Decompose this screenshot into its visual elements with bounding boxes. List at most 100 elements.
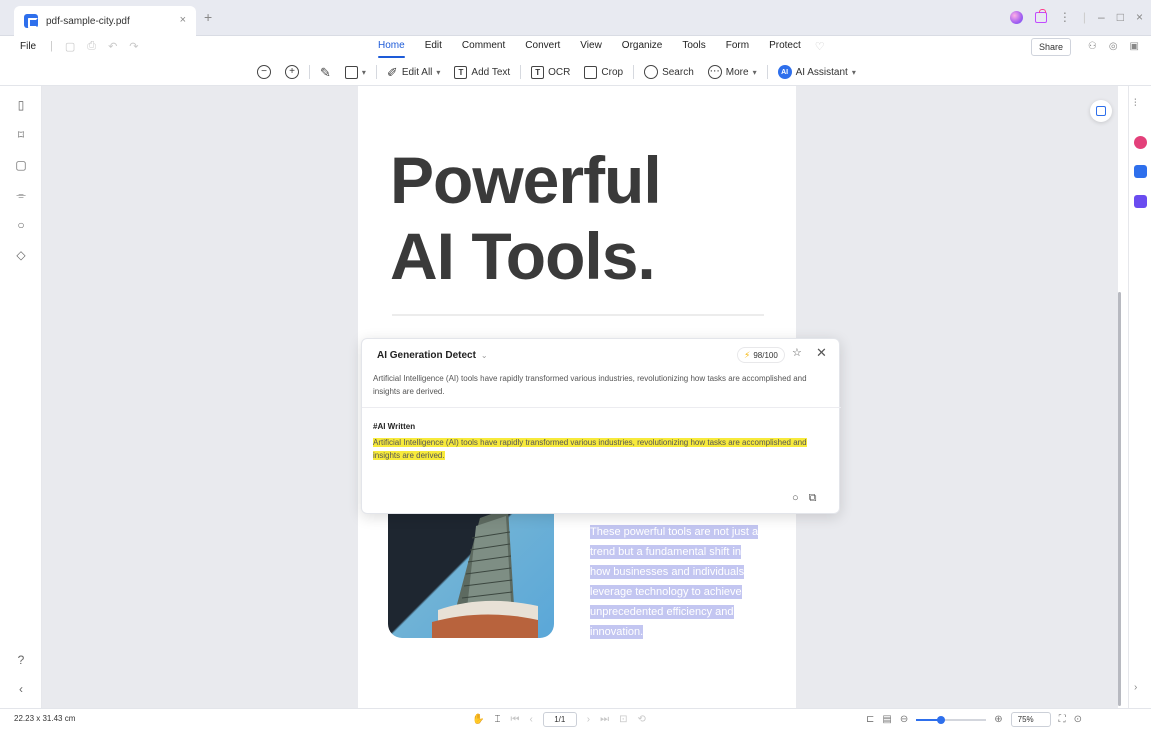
fit-width-icon[interactable]: ⊏ [866,714,874,725]
tool-group: − + ✎ ▾ ✐ Edit All ▾ T Add Text T OCR Crop S… [250,62,863,82]
heading-line-1: Powerful [390,143,662,217]
highlighted-result: Artificial Intelligence (AI) tools have … [373,436,831,462]
zoom-slider-thumb[interactable] [936,715,945,724]
bookmark-icon[interactable]: ⌑ [14,128,28,142]
ai-chat-icon[interactable] [1134,136,1147,149]
share-button[interactable]: Share [1031,38,1071,56]
zoom-in-button[interactable]: + [278,62,306,82]
zoom-level-select[interactable]: 75% [1010,712,1051,727]
save-icon[interactable]: ▢ [65,40,75,53]
close-icon[interactable]: ✕ [816,345,827,361]
source-text: Artificial Intelligence (AI) tools have … [373,374,807,396]
tower-illustration [432,508,538,638]
search-icon [644,65,659,79]
search-icon[interactable]: ○ [14,218,28,232]
status-bar: 22.23 x 31.43 cm ✋ ⌶ ⏮ ‹ 1/1 › ⏭ ⊡ ⟲ ⊏ ▤… [0,708,1151,730]
tab-title: pdf-sample-city.pdf [46,15,130,27]
redo-icon[interactable]: ↷ [129,40,138,53]
ai-orb-icon[interactable] [1009,10,1023,24]
zoom-slider[interactable] [916,713,987,727]
fit-page-icon[interactable]: ⊡ [619,714,627,725]
tips-bulb-icon[interactable]: ♡ [815,40,825,56]
pin-icon[interactable]: ☆ [792,346,802,359]
settings-icon[interactable]: ⊙ [1074,714,1082,725]
attachment-icon[interactable]: ⌯ [14,188,28,202]
crop-button[interactable]: Crop [577,62,630,82]
highlighter-icon: ✎ [320,64,331,80]
collapse-right-icon[interactable]: › [1134,682,1137,695]
next-page-icon[interactable]: › [587,714,590,725]
tab-close-icon[interactable]: × [180,14,186,26]
page-number-input[interactable]: 1/1 [542,712,577,727]
zoom-out-icon[interactable]: ⊖ [900,714,908,725]
account-icon[interactable]: ⚇ [1088,41,1097,52]
result-tag: #AI Written [373,422,416,431]
ai-assistant-button[interactable]: AI AI Assistant ▾ [771,62,863,82]
zoom-in-icon[interactable]: ⊕ [994,714,1002,725]
chevron-down-icon: ▾ [851,67,856,77]
document-tab[interactable]: pdf-sample-city.pdf × [14,6,196,36]
close-window-button[interactable]: × [1136,10,1143,24]
check-icon[interactable] [1134,195,1147,208]
panel-icon[interactable]: ▣ [1130,41,1139,52]
collapse-left-icon[interactable]: ‹ [14,682,28,696]
first-page-icon[interactable]: ⏮ [510,714,519,725]
menu-comment[interactable]: Comment [452,40,515,56]
menu-view[interactable]: View [570,40,612,56]
ocr-button[interactable]: T OCR [524,62,577,82]
menu-home[interactable]: Home [368,40,415,58]
shape-button[interactable]: ▾ [338,62,373,82]
selected-paragraph[interactable]: These powerful tools are not just a tren… [590,522,770,642]
page-thumbnail-icon[interactable]: ▯ [14,98,28,112]
zoom-controls: ⊏ ▤ ⊖ ⊕ 75% ⛶ ⊙ [866,712,1082,727]
heading-divider [392,314,764,316]
select-tool-icon[interactable]: ⌶ [494,714,500,725]
convert-icon [1096,106,1106,116]
menu-protect[interactable]: Protect [759,40,811,56]
prev-page-icon[interactable]: ‹ [529,714,532,725]
highlighted-text: Artificial Intelligence (AI) tools have … [373,438,807,460]
new-tab-icon[interactable]: + [204,10,212,24]
hand-tool-icon[interactable]: ✋ [472,714,484,725]
highlight-button[interactable]: ✎ [313,62,338,82]
upload-icon[interactable]: ◎ [1109,41,1118,52]
right-sidebar: ⫶ › [1128,86,1151,708]
maximize-button[interactable]: □ [1117,10,1124,24]
ocr-label: OCR [548,66,571,78]
more-button[interactable]: ⋯ More ▾ [701,62,764,82]
more-options-icon[interactable]: ⋮ [1059,10,1071,24]
chevron-down-icon: ▾ [752,67,757,77]
ai-detect-title[interactable]: AI Generation Detect ⌄ [377,350,488,361]
gift-icon[interactable] [1034,8,1047,23]
print-icon[interactable]: ⎙ [87,40,96,53]
last-page-icon[interactable]: ⏭ [600,714,609,725]
help-icon[interactable]: ? [14,653,28,667]
menu-edit[interactable]: Edit [415,40,452,56]
rotate-icon[interactable]: ⟲ [638,714,646,725]
convert-float-button[interactable] [1090,100,1112,122]
crop-label: Crop [601,66,624,78]
add-text-button[interactable]: T Add Text [447,62,517,82]
menu-organize[interactable]: Organize [612,40,673,56]
undo-icon[interactable]: ↶ [108,40,117,53]
properties-icon[interactable]: ⫶ [1134,98,1137,111]
menu-tools[interactable]: Tools [672,40,715,56]
page-layout-icon[interactable]: ▤ [882,714,891,725]
file-menu[interactable]: File [20,41,36,52]
edit-all-button[interactable]: ✐ Edit All ▾ [380,62,448,82]
search-button[interactable]: Search [637,62,701,82]
copy-icon[interactable]: ⧉ [809,492,817,505]
menu-form[interactable]: Form [716,40,759,56]
refresh-icon[interactable]: ○ [792,492,799,505]
menu-convert[interactable]: Convert [515,40,570,56]
layers-icon[interactable]: ◇ [14,248,28,262]
paragraph-line: innovation. [590,625,644,639]
translate-icon[interactable] [1134,165,1147,178]
zoom-out-button[interactable]: − [250,62,278,82]
more-label: More [725,66,749,78]
paragraph-line: These powerful tools are not just a [590,525,759,539]
minimize-button[interactable]: – [1098,10,1105,24]
fullscreen-icon[interactable]: ⛶ [1059,714,1066,725]
vertical-scrollbar[interactable] [1118,292,1121,706]
comment-icon[interactable]: ▢ [14,158,28,172]
